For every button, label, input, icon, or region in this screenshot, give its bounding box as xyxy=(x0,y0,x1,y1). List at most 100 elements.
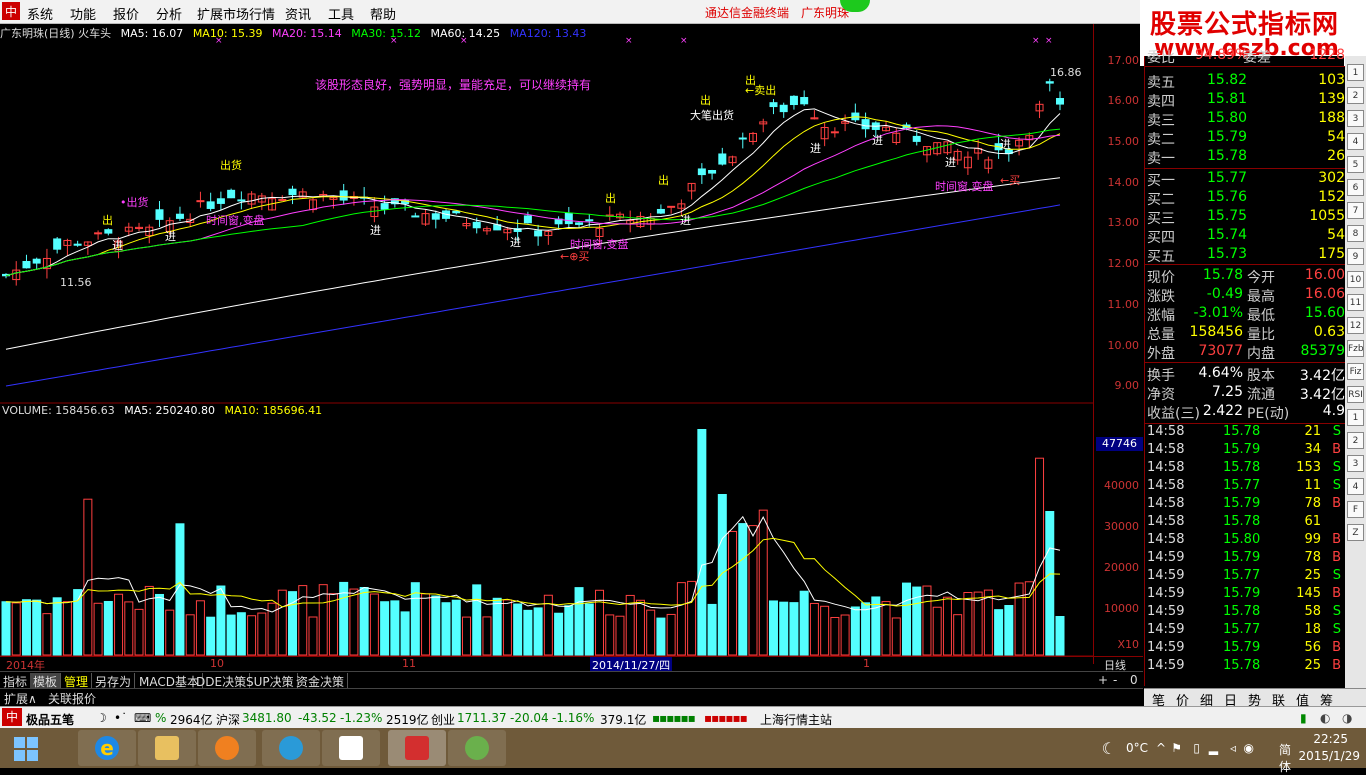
zero-button[interactable]: 0 xyxy=(1130,673,1138,687)
input-language[interactable]: 简体 xyxy=(1279,741,1291,775)
tray-flag-icon[interactable]: ⚑ xyxy=(1171,741,1182,755)
toolbar-icon[interactable]: 1 xyxy=(1347,409,1364,426)
bid-price: 15.76 xyxy=(1207,189,1248,205)
toolbar-icon[interactable]: Fiz xyxy=(1347,363,1364,380)
candle xyxy=(380,203,389,210)
tab-indicator[interactable]: 指标 xyxy=(0,673,32,689)
weather-moon-icon[interactable]: ☾ xyxy=(1102,739,1116,758)
sell-signal-label: 出 xyxy=(658,173,669,187)
ma10-line xyxy=(5,116,1061,277)
chart-canvas[interactable]: 该股形态良好，强势明显，量能充足，可以继续持有 16.86 11.56 •出货 出货 大笔… xyxy=(0,24,1143,664)
weather-temp[interactable]: 0°C xyxy=(1126,741,1148,755)
clock-date[interactable]: 2015/1/29 xyxy=(1298,749,1360,763)
toolbar-icon[interactable]: 6 xyxy=(1347,179,1364,196)
bid-volume: 302 xyxy=(1318,170,1345,186)
menu-system[interactable]: 系统 xyxy=(27,4,53,23)
menu-function[interactable]: 功能 xyxy=(70,4,96,23)
taskbar-app1[interactable] xyxy=(198,730,256,766)
tick-time: 14:59 xyxy=(1147,550,1185,565)
tray-battery-icon[interactable]: ▯ xyxy=(1193,741,1200,755)
terminal-title-link[interactable]: 通达信金融终端 xyxy=(705,4,789,21)
toolbar-icon[interactable]: 2 xyxy=(1347,87,1364,104)
tray-network-icon[interactable]: ▂ xyxy=(1209,741,1218,755)
buy-signal-label: 进 xyxy=(370,224,381,237)
candle xyxy=(575,222,584,225)
toolbar-icon[interactable]: 9 xyxy=(1347,248,1364,265)
taskbar-tdx[interactable] xyxy=(388,730,446,766)
kline-chart[interactable]: 该股形态良好，强势明显，量能充足，可以继续持有 16.86 11.56 •出货 出货 大笔… xyxy=(0,24,1143,664)
toolbar-icon[interactable]: Fzb xyxy=(1347,340,1364,357)
tick-side: B xyxy=(1332,496,1341,511)
candle xyxy=(104,229,113,234)
tab-dde[interactable]: DDE决策 xyxy=(193,673,251,689)
toolbar-icon[interactable]: 3 xyxy=(1347,110,1364,127)
volume-bar xyxy=(1014,582,1024,656)
volume-bar xyxy=(185,614,195,656)
taskbar-stock1[interactable] xyxy=(322,730,380,766)
volume-y-tick: 40000 xyxy=(1104,479,1139,492)
app-logo-icon[interactable]: 中 xyxy=(0,0,22,22)
tray-expand-icon[interactable]: ^ xyxy=(1156,741,1166,755)
toolbar-icon[interactable]: 4 xyxy=(1347,478,1364,495)
toolbar-icon[interactable]: F xyxy=(1347,501,1364,518)
tab-save-as[interactable]: 另存为 xyxy=(92,673,136,689)
start-button[interactable] xyxy=(0,730,52,766)
taskbar-app2[interactable] xyxy=(262,730,320,766)
tick-price: 15.77 xyxy=(1223,478,1261,493)
taskbar-paint[interactable] xyxy=(448,730,506,766)
toolbar-icon[interactable]: 11 xyxy=(1347,294,1364,311)
ime-name[interactable]: 极品五笔 xyxy=(26,711,74,728)
taskbar-ie[interactable]: e xyxy=(78,730,136,766)
bid-row: 买二 15.76 152 xyxy=(1145,189,1345,208)
toolbar-icon[interactable]: 12 xyxy=(1347,317,1364,334)
toolbar-icon[interactable]: 8 xyxy=(1347,225,1364,242)
menu-analysis[interactable]: 分析 xyxy=(156,4,182,23)
ime-keyboard-icon[interactable]: ⌨ xyxy=(134,711,151,725)
sh-pct-fragment: % xyxy=(155,711,167,725)
menu-tools[interactable]: 工具 xyxy=(328,4,354,23)
tab-capital[interactable]: 资金决策 xyxy=(293,673,349,689)
toolbar-icon[interactable]: 4 xyxy=(1347,133,1364,150)
toolbar-icon[interactable]: 7 xyxy=(1347,202,1364,219)
info-icon[interactable]: ◑ xyxy=(1342,711,1352,725)
ime-punct-icon[interactable]: •˙ xyxy=(114,711,127,725)
toolbar-icon[interactable]: 1 xyxy=(1347,64,1364,81)
tick-price: 15.78 xyxy=(1223,658,1261,673)
ma120-label: MA120: 13.43 xyxy=(509,27,587,40)
menu-extended-market[interactable]: 扩展市场行情 xyxy=(197,4,275,23)
menu-help[interactable]: 帮助 xyxy=(370,4,396,23)
toolbar-icon[interactable]: RSI xyxy=(1347,386,1364,403)
volume-bar xyxy=(441,602,451,656)
ime-logo-icon[interactable]: 中 xyxy=(2,708,22,726)
tray-volume-icon[interactable]: ◃ xyxy=(1230,741,1236,755)
tray-mute-icon[interactable]: ◉ xyxy=(1244,741,1254,755)
taskbar-explorer[interactable] xyxy=(138,730,196,766)
volume-bar xyxy=(359,586,369,656)
candle xyxy=(769,102,778,108)
bid-row: 买四 15.74 54 xyxy=(1145,227,1345,246)
toolbar-icon[interactable]: 2 xyxy=(1347,432,1364,449)
server-station[interactable]: 上海行情主站 xyxy=(760,711,832,728)
toolbar-icon[interactable]: 3 xyxy=(1347,455,1364,472)
tab-sup[interactable]: SUP决策 xyxy=(243,673,298,689)
wei-bi-value: 94.89% xyxy=(1195,47,1249,63)
toolbar-icon[interactable]: 5 xyxy=(1347,156,1364,173)
zoom-out-button[interactable]: - xyxy=(1113,673,1117,687)
clock-time[interactable]: 22:25 xyxy=(1313,732,1348,746)
related-quote-button[interactable]: 关联报价 xyxy=(48,690,96,707)
zoom-in-button[interactable]: + xyxy=(1098,673,1108,687)
volume-bar xyxy=(206,616,216,656)
sound-icon[interactable]: ◐ xyxy=(1320,711,1330,725)
toolbar-icon[interactable]: 10 xyxy=(1347,271,1364,288)
stat-value: 4.64% xyxy=(1198,365,1243,381)
menu-news[interactable]: 资讯 xyxy=(285,4,311,23)
tab-manage[interactable]: 管理 xyxy=(61,673,93,689)
ime-moon-icon[interactable]: ☽ xyxy=(96,711,107,725)
volume-bar xyxy=(574,587,584,656)
menu-quote[interactable]: 报价 xyxy=(113,4,139,23)
extension-bar: 扩展∧ 关联报价 xyxy=(0,688,1143,707)
tab-template[interactable]: 模板 xyxy=(30,673,62,689)
volume-bar xyxy=(380,601,390,656)
toolbar-icon[interactable]: Z xyxy=(1347,524,1364,541)
expand-button[interactable]: 扩展∧ xyxy=(4,690,37,707)
